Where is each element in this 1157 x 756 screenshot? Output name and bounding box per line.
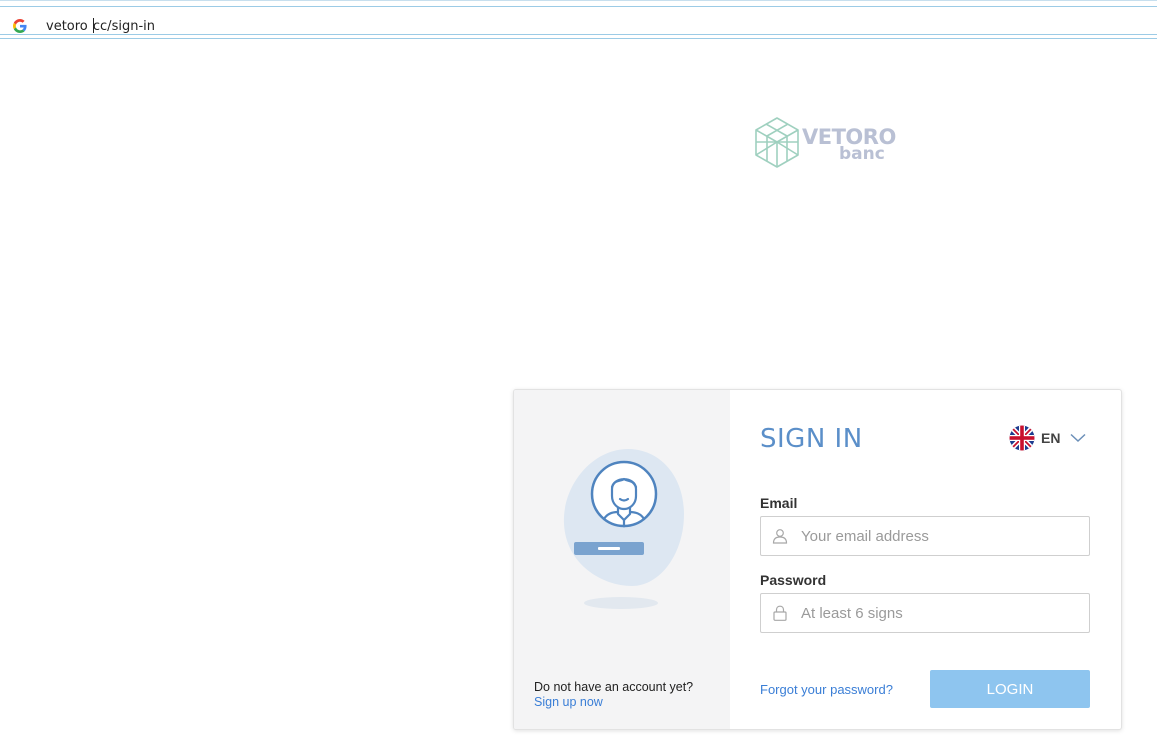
password-input[interactable]: [801, 594, 1081, 632]
vetoro-logo-icon: [755, 117, 799, 168]
email-label: Email: [760, 495, 798, 511]
signup-link[interactable]: Sign up now: [534, 695, 603, 709]
sign-in-form: SIGN IN EN Email Your email address Pass…: [730, 390, 1121, 729]
vetoro-logo[interactable]: VETORO banc: [752, 115, 896, 173]
password-label: Password: [760, 572, 827, 588]
uk-flag-icon: [1009, 425, 1035, 451]
browser-top-edge: [0, 0, 1157, 1]
chevron-down-icon: [1070, 433, 1086, 443]
page-title: SIGN IN: [760, 424, 863, 454]
forgot-password-link[interactable]: Forgot your password?: [760, 682, 893, 697]
address-bar-url[interactable]: vetoro cc/sign-in: [46, 18, 155, 34]
toolbar-bottom-border: [0, 38, 1157, 39]
email-input[interactable]: [801, 517, 1081, 555]
language-code: EN: [1041, 430, 1061, 446]
url-part-after-caret: cc/sign-in: [92, 19, 155, 34]
language-selector[interactable]: EN: [1009, 425, 1086, 451]
user-avatar-icon: [563, 449, 684, 609]
page: vetoro cc/sign-in VETORO banc Do not hav…: [0, 0, 1157, 756]
login-card: Do not have an account yet? Sign up now …: [513, 389, 1122, 730]
google-icon: [13, 19, 27, 33]
signup-prompt: Do not have an account yet?: [534, 680, 694, 694]
login-button[interactable]: LOGIN: [930, 670, 1090, 708]
logo-wordmark: VETORO banc: [802, 127, 896, 163]
user-icon: [772, 529, 788, 544]
email-field[interactable]: [760, 516, 1090, 556]
password-field[interactable]: [760, 593, 1090, 633]
card-illustration-panel: Do not have an account yet? Sign up now: [514, 390, 730, 729]
lock-icon: [773, 605, 787, 621]
address-bar-bottom-border: [0, 34, 1157, 35]
address-bar[interactable]: vetoro cc/sign-in: [0, 7, 1157, 34]
url-part-before-caret: vetoro: [46, 19, 92, 34]
